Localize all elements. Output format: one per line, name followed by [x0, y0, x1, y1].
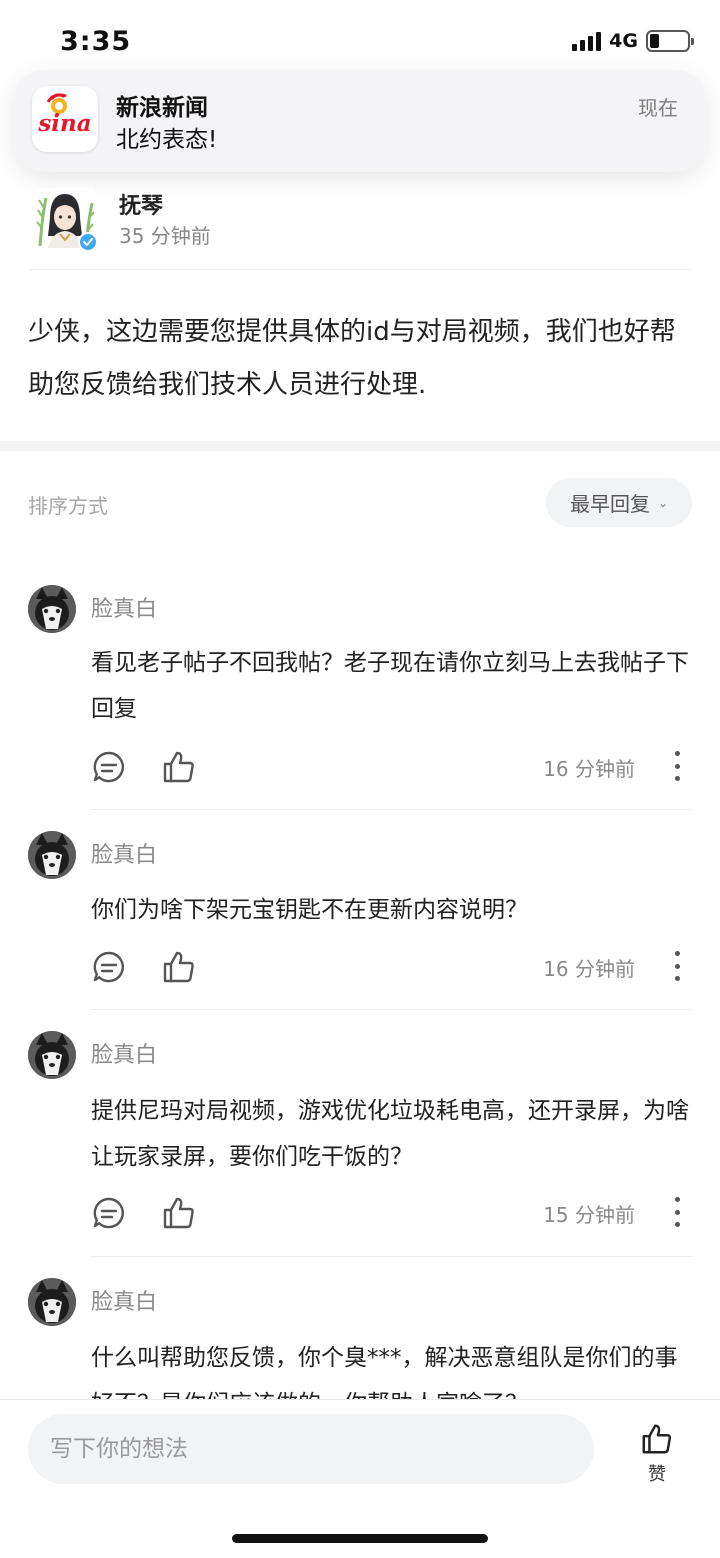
battery-level — [650, 34, 659, 48]
comment-icon[interactable] — [91, 749, 127, 785]
section-divider — [0, 441, 720, 451]
like-icon[interactable] — [161, 749, 197, 785]
like-icon[interactable] — [161, 949, 197, 985]
comment-item: 脸真白 提供尼玛对局视频，游戏优化垃圾耗电高，还开录屏，为啥让玩家录屏，要你们吃… — [28, 1031, 692, 1257]
comment-divider — [91, 1009, 692, 1010]
comment-icon[interactable] — [91, 949, 127, 985]
comment-actions: 16 分钟前 — [91, 949, 692, 989]
more-options-icon[interactable] — [672, 951, 682, 981]
post-body: 少侠，这边需要您提供具体的id与对局视频，我们也好帮助您反馈给我们技术人员进行处… — [28, 317, 676, 400]
comment-item: 脸真白 你们为啥下架元宝钥匙不在更新内容说明？ 16 分钟前 — [28, 831, 692, 1011]
sina-logo-text: sina — [37, 110, 91, 137]
comment-item: 脸真白 看见老子帖子不回我帖？老子现在请你立刻马上去我帖子下回复 16 分钟前 — [28, 585, 692, 810]
comment-time: 16 分钟前 — [543, 757, 635, 781]
comment-text: 提供尼玛对局视频，游戏优化垃圾耗电高，还开录屏，为啥让玩家录屏，要你们吃干饭的？ — [91, 1098, 689, 1170]
comment-user[interactable]: 脸真白 — [91, 1284, 157, 1316]
more-options-icon[interactable] — [672, 751, 682, 781]
comment-actions: 16 分钟前 — [91, 749, 692, 789]
avatar[interactable] — [36, 188, 98, 252]
avatar[interactable] — [28, 831, 76, 879]
comment-time: 15 分钟前 — [543, 1203, 635, 1227]
status-bar: 3:35 4G — [0, 0, 720, 80]
avatar[interactable] — [28, 1278, 76, 1326]
sort-label: 排序方式 — [28, 494, 108, 518]
comment-divider — [91, 809, 692, 810]
author-header: 抚琴 35 分钟前 — [30, 180, 692, 270]
more-options-icon[interactable] — [672, 1197, 682, 1227]
avatar[interactable] — [28, 585, 76, 633]
comment-input[interactable] — [28, 1414, 594, 1484]
notification-banner[interactable]: sina 新浪新闻 北约表态! 现在 — [14, 70, 706, 172]
comment-user[interactable]: 脸真白 — [91, 591, 157, 623]
network-type: 4G — [609, 30, 638, 52]
sort-dropdown[interactable]: 最早回复 ⌄ — [546, 478, 692, 527]
status-indicators: 4G — [572, 30, 694, 52]
comment-time: 16 分钟前 — [543, 957, 635, 981]
bottom-bar: 赞 — [0, 1399, 720, 1558]
comment-user[interactable]: 脸真白 — [91, 1037, 157, 1069]
home-indicator — [232, 1534, 488, 1543]
notification-app-name: 新浪新闻 — [116, 95, 208, 121]
notification-time: 现在 — [638, 96, 678, 120]
comment-text: 你们为啥下架元宝钥匙不在更新内容说明？ — [91, 897, 528, 923]
comment-text: 看见老子帖子不回我帖？老子现在请你立刻马上去我帖子下回复 — [91, 650, 689, 722]
thumbs-up-icon — [642, 1424, 672, 1454]
avatar[interactable] — [28, 1031, 76, 1079]
comment-icon[interactable] — [91, 1195, 127, 1231]
author-time: 35 分钟前 — [119, 224, 211, 248]
like-icon[interactable] — [161, 1195, 197, 1231]
author-name[interactable]: 抚琴 — [119, 188, 163, 220]
sina-logo-icon: sina — [32, 86, 98, 152]
comment-actions: 15 分钟前 — [91, 1195, 692, 1235]
notification-message: 北约表态! — [116, 127, 218, 153]
like-label: 赞 — [648, 1464, 666, 1485]
chevron-down-icon: ⌄ — [657, 495, 669, 510]
sort-selected: 最早回复 — [569, 492, 650, 516]
comment-divider — [91, 1256, 692, 1257]
status-time: 3:35 — [60, 26, 132, 57]
signal-icon — [572, 31, 602, 51]
like-button[interactable]: 赞 — [632, 1422, 682, 1485]
battery-icon — [646, 30, 694, 52]
verified-badge-icon — [78, 232, 98, 252]
comment-user[interactable]: 脸真白 — [91, 837, 157, 869]
